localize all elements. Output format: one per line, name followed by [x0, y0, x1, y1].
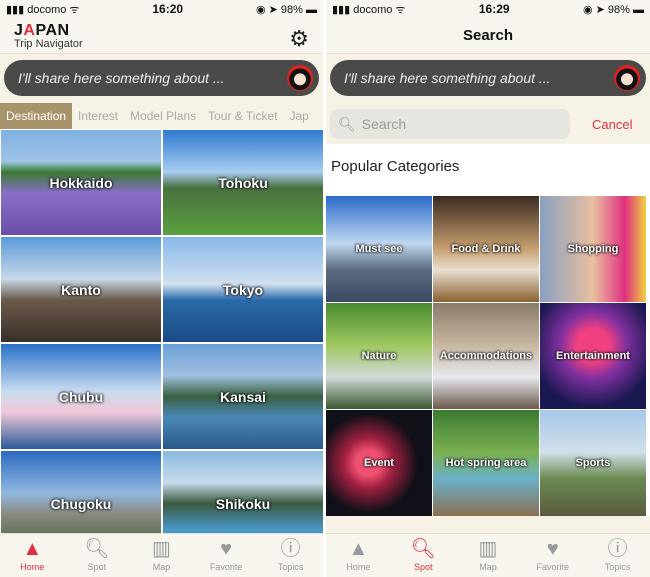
- category-tile[interactable]: Accommodations: [433, 303, 539, 409]
- tab-home[interactable]: ▲ Home: [326, 534, 391, 577]
- region-tile[interactable]: Chubu: [1, 344, 161, 449]
- category-tile[interactable]: Sports: [540, 410, 646, 516]
- category-tile[interactable]: Entertainment: [540, 303, 646, 409]
- map-icon: ▥: [152, 538, 171, 560]
- app-header: JAPAN Trip Navigator ⚙: [0, 18, 323, 54]
- tab-bar: ▲ Home 🔍︎ Spot ▥ Map ♥ Favorite ⓘ Topics: [0, 533, 323, 577]
- tab-favorite[interactable]: ♥ Favorite: [520, 534, 585, 577]
- category-grid: Must see Food & Drink Shopping Nature Ac…: [326, 196, 650, 516]
- region-tile[interactable]: Tohoku: [163, 130, 323, 235]
- category-tile[interactable]: Hot spring area: [433, 410, 539, 516]
- search-icon: 🔍︎: [338, 115, 356, 132]
- heart-icon: ♥: [220, 538, 233, 560]
- category-tile[interactable]: Shopping: [540, 196, 646, 302]
- tab-home[interactable]: ▲ Home: [0, 534, 65, 577]
- home-icon: ▲: [22, 538, 43, 560]
- tab-tour-ticket[interactable]: Tour & Ticket: [202, 103, 283, 129]
- tab-map[interactable]: ▥ Map: [456, 534, 521, 577]
- tab-spot[interactable]: 🔍︎ Spot: [65, 534, 130, 577]
- tab-bar: ▲ Home 🔍︎ Spot ▥ Map ♥ Favorite ⓘ Topics: [326, 533, 650, 577]
- category-tabs: Destination Interest Model Plans Tour & …: [0, 103, 323, 129]
- category-tile[interactable]: Nature: [326, 303, 432, 409]
- category-tile[interactable]: Must see: [326, 196, 432, 302]
- share-bar[interactable]: I'll share here something about ...: [330, 60, 646, 96]
- search-icon: 🔍︎: [410, 538, 436, 560]
- logo: JAPAN Trip Navigator: [14, 22, 83, 50]
- tab-japan[interactable]: Jap: [283, 103, 314, 129]
- app-header: Search: [326, 18, 650, 54]
- region-tile[interactable]: Kanto: [1, 237, 161, 342]
- region-tile[interactable]: Hokkaido: [1, 130, 161, 235]
- status-bar: ▮▮▮ docomo ᯤ 16:20 ◉ ➤ 98% ▬: [0, 0, 323, 18]
- region-tile[interactable]: Tokyo: [163, 237, 323, 342]
- category-tile[interactable]: Food & Drink: [433, 196, 539, 302]
- status-bar: ▮▮▮ docomo ᯤ 16:29 ◉ ➤ 98% ▬: [326, 0, 650, 18]
- share-bar[interactable]: I'll share here something about ...: [4, 60, 319, 96]
- heart-icon: ♥: [546, 538, 559, 560]
- tab-favorite[interactable]: ♥ Favorite: [194, 534, 259, 577]
- tab-interest[interactable]: Interest: [72, 103, 124, 129]
- tab-topics[interactable]: ⓘ Topics: [258, 534, 323, 577]
- info-icon: ⓘ: [280, 538, 301, 560]
- region-grid: Hokkaido Tohoku Kanto Tokyo Chubu Kansai…: [0, 129, 323, 557]
- tab-spot[interactable]: 🔍︎ Spot: [391, 534, 456, 577]
- region-tile[interactable]: Kansai: [163, 344, 323, 449]
- tab-topics[interactable]: ⓘ Topics: [585, 534, 650, 577]
- avatar: [287, 65, 313, 91]
- search-screen: ▮▮▮ docomo ᯤ 16:29 ◉ ➤ 98% ▬ Search I'll s…: [326, 0, 650, 577]
- home-screen: ▮▮▮ docomo ᯤ 16:20 ◉ ➤ 98% ▬ JAPAN Trip Nav…: [0, 0, 323, 577]
- search-row: 🔍︎ Search Cancel: [326, 104, 650, 144]
- tab-model-plans[interactable]: Model Plans: [124, 103, 202, 129]
- avatar: [614, 65, 640, 91]
- search-input[interactable]: 🔍︎ Search: [330, 109, 570, 139]
- tab-destination[interactable]: Destination: [0, 103, 73, 129]
- search-icon: 🔍︎: [84, 538, 110, 560]
- category-tile[interactable]: Event: [326, 410, 432, 516]
- home-icon: ▲: [348, 538, 369, 560]
- page-title: Search: [462, 27, 514, 44]
- section-title: Popular Categories: [326, 144, 650, 196]
- settings-gear-icon[interactable]: ⚙: [289, 26, 309, 52]
- info-icon: ⓘ: [607, 538, 628, 560]
- cancel-button[interactable]: Cancel: [592, 117, 632, 132]
- map-icon: ▥: [478, 538, 498, 560]
- tab-map[interactable]: ▥ Map: [129, 534, 194, 577]
